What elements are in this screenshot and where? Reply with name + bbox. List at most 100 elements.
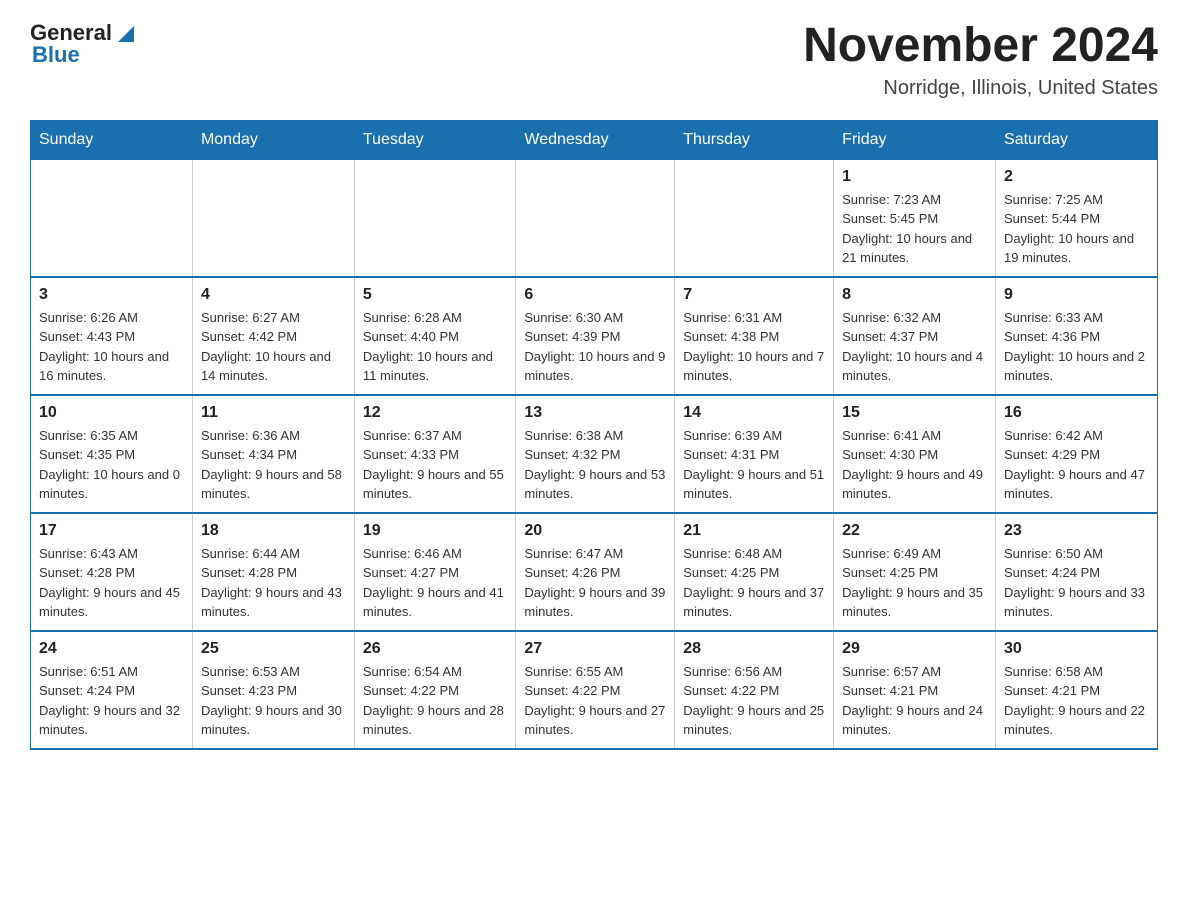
day-number: 27 bbox=[524, 640, 666, 658]
day-number: 14 bbox=[683, 404, 825, 422]
day-of-week-saturday: Saturday bbox=[996, 120, 1158, 159]
day-info: Sunrise: 7:25 AMSunset: 5:44 PMDaylight:… bbox=[1004, 190, 1149, 268]
day-number: 24 bbox=[39, 640, 184, 658]
calendar-cell: 30Sunrise: 6:58 AMSunset: 4:21 PMDayligh… bbox=[996, 631, 1158, 749]
day-info: Sunrise: 6:50 AMSunset: 4:24 PMDaylight:… bbox=[1004, 544, 1149, 622]
logo-triangle-icon bbox=[116, 24, 136, 44]
day-number: 10 bbox=[39, 404, 184, 422]
calendar-cell: 10Sunrise: 6:35 AMSunset: 4:35 PMDayligh… bbox=[31, 395, 193, 513]
month-title: November 2024 bbox=[803, 20, 1158, 73]
day-info: Sunrise: 6:41 AMSunset: 4:30 PMDaylight:… bbox=[842, 426, 987, 504]
day-number: 22 bbox=[842, 522, 987, 540]
calendar-week-row: 3 Sunrise: 6:26 AMSunset: 4:43 PMDaylight… bbox=[31, 277, 1158, 395]
day-info: Sunrise: 6:30 AMSunset: 4:39 PMDaylight:… bbox=[524, 308, 666, 386]
calendar-cell: 6Sunrise: 6:30 AMSunset: 4:39 PMDaylight… bbox=[516, 277, 675, 395]
day-of-week-monday: Monday bbox=[192, 120, 354, 159]
calendar-cell: 15 Sunrise: 6:41 AMSunset: 4:30 PMDayligh… bbox=[834, 395, 996, 513]
day-number: 1 bbox=[842, 168, 987, 186]
calendar-cell: 22 Sunrise: 6:49 AMSunset: 4:25 PMDayligh… bbox=[834, 513, 996, 631]
day-number: 9 bbox=[1004, 286, 1149, 304]
day-info: Sunrise: 6:27 AMSunset: 4:42 PMDaylight:… bbox=[201, 308, 346, 386]
day-info: Sunrise: 6:58 AMSunset: 4:21 PMDaylight:… bbox=[1004, 662, 1149, 740]
location-title: Norridge, Illinois, United States bbox=[803, 77, 1158, 100]
day-info: Sunrise: 6:42 AMSunset: 4:29 PMDaylight:… bbox=[1004, 426, 1149, 504]
calendar-cell: 14 Sunrise: 6:39 AMSunset: 4:31 PMDayligh… bbox=[675, 395, 834, 513]
logo-blue-text: Blue bbox=[30, 42, 80, 68]
day-info: Sunrise: 6:26 AMSunset: 4:43 PMDaylight:… bbox=[39, 308, 184, 386]
day-info: Sunrise: 6:31 AMSunset: 4:38 PMDaylight:… bbox=[683, 308, 825, 386]
day-info: Sunrise: 6:48 AMSunset: 4:25 PMDaylight:… bbox=[683, 544, 825, 622]
calendar-cell: 13Sunrise: 6:38 AMSunset: 4:32 PMDayligh… bbox=[516, 395, 675, 513]
calendar-cell: 16 Sunrise: 6:42 AMSunset: 4:29 PMDayligh… bbox=[996, 395, 1158, 513]
day-info: Sunrise: 6:39 AMSunset: 4:31 PMDaylight:… bbox=[683, 426, 825, 504]
calendar-cell: 9 Sunrise: 6:33 AMSunset: 4:36 PMDaylight… bbox=[996, 277, 1158, 395]
day-number: 29 bbox=[842, 640, 987, 658]
day-number: 3 bbox=[39, 286, 184, 304]
calendar-cell: 28Sunrise: 6:56 AMSunset: 4:22 PMDayligh… bbox=[675, 631, 834, 749]
calendar-cell bbox=[192, 159, 354, 277]
calendar-cell: 1 Sunrise: 7:23 AMSunset: 5:45 PMDaylight… bbox=[834, 159, 996, 277]
calendar-body: 1 Sunrise: 7:23 AMSunset: 5:45 PMDaylight… bbox=[31, 159, 1158, 749]
calendar-cell: 23 Sunrise: 6:50 AMSunset: 4:24 PMDayligh… bbox=[996, 513, 1158, 631]
calendar-cell bbox=[31, 159, 193, 277]
day-info: Sunrise: 6:53 AMSunset: 4:23 PMDaylight:… bbox=[201, 662, 346, 740]
day-number: 17 bbox=[39, 522, 184, 540]
day-of-week-wednesday: Wednesday bbox=[516, 120, 675, 159]
day-number: 8 bbox=[842, 286, 987, 304]
day-number: 28 bbox=[683, 640, 825, 658]
day-number: 5 bbox=[363, 286, 508, 304]
calendar-cell: 27 Sunrise: 6:55 AMSunset: 4:22 PMDayligh… bbox=[516, 631, 675, 749]
day-info: Sunrise: 6:36 AMSunset: 4:34 PMDaylight:… bbox=[201, 426, 346, 504]
day-number: 21 bbox=[683, 522, 825, 540]
day-number: 25 bbox=[201, 640, 346, 658]
day-info: Sunrise: 6:57 AMSunset: 4:21 PMDaylight:… bbox=[842, 662, 987, 740]
day-of-week-sunday: Sunday bbox=[31, 120, 193, 159]
calendar-cell: 12 Sunrise: 6:37 AMSunset: 4:33 PMDayligh… bbox=[354, 395, 516, 513]
day-number: 4 bbox=[201, 286, 346, 304]
day-info: Sunrise: 6:44 AMSunset: 4:28 PMDaylight:… bbox=[201, 544, 346, 622]
day-info: Sunrise: 6:46 AMSunset: 4:27 PMDaylight:… bbox=[363, 544, 508, 622]
calendar-cell: 21 Sunrise: 6:48 AMSunset: 4:25 PMDayligh… bbox=[675, 513, 834, 631]
calendar-cell bbox=[516, 159, 675, 277]
logo: General Blue bbox=[30, 20, 136, 68]
calendar-cell: 29 Sunrise: 6:57 AMSunset: 4:21 PMDayligh… bbox=[834, 631, 996, 749]
calendar-cell: 5 Sunrise: 6:28 AMSunset: 4:40 PMDaylight… bbox=[354, 277, 516, 395]
day-info: Sunrise: 6:33 AMSunset: 4:36 PMDaylight:… bbox=[1004, 308, 1149, 386]
calendar-cell: 17 Sunrise: 6:43 AMSunset: 4:28 PMDayligh… bbox=[31, 513, 193, 631]
calendar-header: SundayMondayTuesdayWednesdayThursdayFrid… bbox=[31, 120, 1158, 159]
calendar-week-row: 17 Sunrise: 6:43 AMSunset: 4:28 PMDayligh… bbox=[31, 513, 1158, 631]
day-header-row: SundayMondayTuesdayWednesdayThursdayFrid… bbox=[31, 120, 1158, 159]
day-of-week-thursday: Thursday bbox=[675, 120, 834, 159]
day-number: 11 bbox=[201, 404, 346, 422]
calendar-cell: 25 Sunrise: 6:53 AMSunset: 4:23 PMDayligh… bbox=[192, 631, 354, 749]
day-number: 12 bbox=[363, 404, 508, 422]
page-header: General Blue November 2024 Norridge, Ill… bbox=[30, 20, 1158, 100]
calendar-cell: 3 Sunrise: 6:26 AMSunset: 4:43 PMDaylight… bbox=[31, 277, 193, 395]
day-number: 26 bbox=[363, 640, 508, 658]
day-number: 13 bbox=[524, 404, 666, 422]
day-number: 15 bbox=[842, 404, 987, 422]
calendar-table: SundayMondayTuesdayWednesdayThursdayFrid… bbox=[30, 120, 1158, 750]
day-number: 20 bbox=[524, 522, 666, 540]
day-of-week-friday: Friday bbox=[834, 120, 996, 159]
day-info: Sunrise: 6:49 AMSunset: 4:25 PMDaylight:… bbox=[842, 544, 987, 622]
day-info: Sunrise: 6:28 AMSunset: 4:40 PMDaylight:… bbox=[363, 308, 508, 386]
day-number: 7 bbox=[683, 286, 825, 304]
day-info: Sunrise: 7:23 AMSunset: 5:45 PMDaylight:… bbox=[842, 190, 987, 268]
day-info: Sunrise: 6:43 AMSunset: 4:28 PMDaylight:… bbox=[39, 544, 184, 622]
calendar-week-row: 1 Sunrise: 7:23 AMSunset: 5:45 PMDaylight… bbox=[31, 159, 1158, 277]
calendar-week-row: 10Sunrise: 6:35 AMSunset: 4:35 PMDayligh… bbox=[31, 395, 1158, 513]
calendar-cell: 24Sunrise: 6:51 AMSunset: 4:24 PMDayligh… bbox=[31, 631, 193, 749]
calendar-week-row: 24Sunrise: 6:51 AMSunset: 4:24 PMDayligh… bbox=[31, 631, 1158, 749]
day-info: Sunrise: 6:54 AMSunset: 4:22 PMDaylight:… bbox=[363, 662, 508, 740]
day-number: 16 bbox=[1004, 404, 1149, 422]
calendar-cell: 26 Sunrise: 6:54 AMSunset: 4:22 PMDayligh… bbox=[354, 631, 516, 749]
day-number: 23 bbox=[1004, 522, 1149, 540]
day-info: Sunrise: 6:37 AMSunset: 4:33 PMDaylight:… bbox=[363, 426, 508, 504]
calendar-cell: 11 Sunrise: 6:36 AMSunset: 4:34 PMDayligh… bbox=[192, 395, 354, 513]
day-info: Sunrise: 6:55 AMSunset: 4:22 PMDaylight:… bbox=[524, 662, 666, 740]
calendar-cell: 8 Sunrise: 6:32 AMSunset: 4:37 PMDaylight… bbox=[834, 277, 996, 395]
day-info: Sunrise: 6:32 AMSunset: 4:37 PMDaylight:… bbox=[842, 308, 987, 386]
day-of-week-tuesday: Tuesday bbox=[354, 120, 516, 159]
calendar-cell: 18Sunrise: 6:44 AMSunset: 4:28 PMDayligh… bbox=[192, 513, 354, 631]
